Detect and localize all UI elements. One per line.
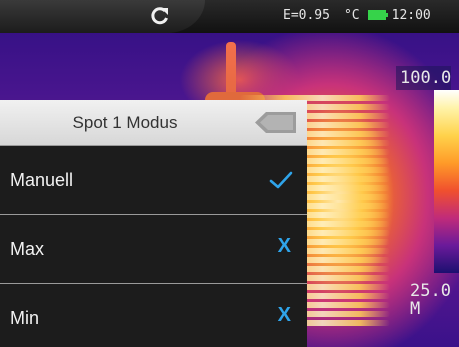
- x-icon: X: [277, 304, 291, 326]
- x-icon: X: [277, 235, 291, 257]
- menu-header: Spot 1 Modus: [0, 100, 307, 145]
- menu-item-min[interactable]: Min X: [0, 283, 307, 347]
- status-bar-tab: [0, 0, 205, 33]
- menu-title: Spot 1 Modus: [72, 113, 178, 132]
- status-bar: E=0.95 °C 12:00: [0, 0, 459, 33]
- menu-item-label: Min: [10, 308, 40, 328]
- clock-time: 12:00: [391, 8, 431, 23]
- menu-item-max[interactable]: Max X: [0, 214, 307, 283]
- color-scale-bar: [434, 90, 459, 273]
- scale-max-label: 100.0: [396, 66, 452, 90]
- emissivity-value: E=0.95: [283, 8, 330, 23]
- scale-min-label: 25.0: [410, 281, 451, 301]
- menu-item-manuell[interactable]: Manuell: [0, 145, 307, 214]
- menu-item-label: Manuell: [10, 170, 74, 190]
- menu-item-label: Max: [10, 239, 45, 259]
- refresh-icon[interactable]: [150, 6, 170, 26]
- battery-icon: [367, 10, 388, 20]
- camera-screen: E=0.95 °C 12:00 100.0 25.0 M Spot 1 Modus …: [0, 0, 459, 347]
- scale-mode-label: M: [410, 299, 421, 319]
- status-readout: E=0.95 °C 12:00: [283, 8, 431, 23]
- temperature-unit: °C: [343, 8, 360, 23]
- scale-min-block: 25.0 M: [410, 282, 451, 318]
- back-arrow-icon[interactable]: [254, 110, 298, 135]
- checkmark-icon: [269, 171, 293, 189]
